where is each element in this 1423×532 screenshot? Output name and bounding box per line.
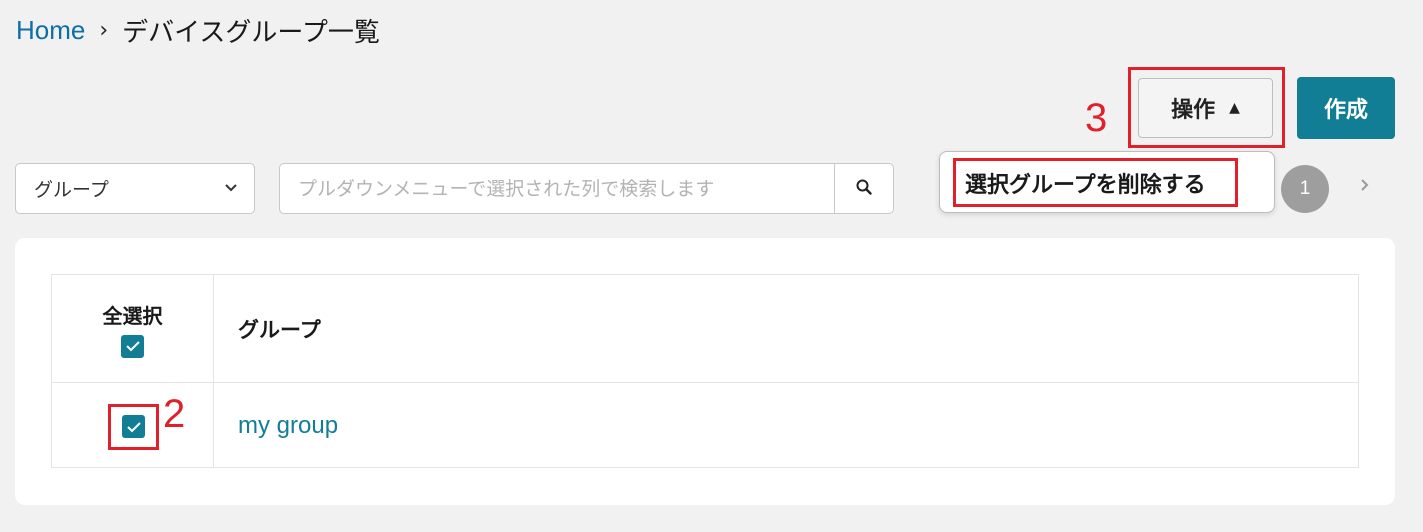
group-column-header: グループ [214, 275, 1358, 383]
select-all-checkbox[interactable] [121, 334, 144, 358]
row-checkbox[interactable] [122, 415, 145, 438]
pagination-page-1[interactable]: 1 [1281, 165, 1329, 213]
group-name-link[interactable]: my group [238, 412, 338, 440]
chevron-down-icon [224, 181, 238, 197]
page-title: デバイスグループ一覧 [122, 17, 380, 48]
operations-button-label: 操作 [1171, 98, 1216, 123]
chevron-right-icon[interactable] [1355, 176, 1375, 200]
table-row: my group [214, 383, 1358, 468]
check-icon [126, 421, 141, 432]
breadcrumb: Home › デバイスグループ一覧 [16, 12, 380, 48]
search-icon [855, 178, 873, 200]
select-all-header: 全選択 [52, 275, 214, 383]
operations-button[interactable]: 操作 ▲ [1138, 78, 1273, 138]
group-table: 全選択 グループ my group [51, 274, 1359, 468]
menu-item-delete-selected-groups[interactable]: 選択グループを削除する [955, 161, 1237, 204]
chevron-right-icon: › [99, 17, 109, 43]
group-table-card: 全選択 グループ my group [15, 238, 1395, 505]
column-select-value: グループ [34, 179, 109, 201]
check-icon [125, 341, 140, 352]
search-button[interactable] [834, 163, 894, 214]
annotation-step-3: 3 [1085, 96, 1108, 140]
table-row-checkbox-cell [52, 383, 214, 468]
caret-up-icon: ▲ [1229, 100, 1240, 116]
breadcrumb-home-link[interactable]: Home [16, 15, 85, 46]
select-all-label: 全選択 [102, 303, 163, 328]
operations-dropdown-menu: 選択グループを削除する [939, 151, 1275, 213]
search-input[interactable] [279, 163, 835, 214]
create-button[interactable]: 作成 [1297, 77, 1395, 139]
column-select[interactable]: グループ [15, 163, 255, 214]
annotation-step-2: 2 [163, 392, 186, 436]
